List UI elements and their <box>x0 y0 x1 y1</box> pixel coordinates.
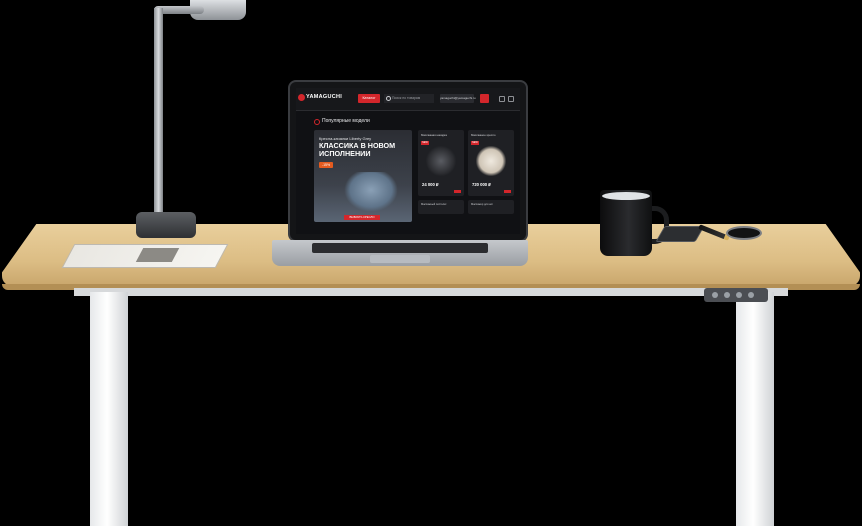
product-image <box>426 146 456 176</box>
laptop-keyboard <box>312 243 488 253</box>
discount-badge: -15% <box>319 162 333 168</box>
desk-scene: YAMAGUCHI Каталог Поиск по товарам yamag… <box>0 0 862 526</box>
add-to-cart-button[interactable] <box>454 190 461 193</box>
product-card[interactable]: Массажное кресло NEW 720 000 ₽ <box>468 130 514 196</box>
search-input[interactable]: Поиск по товарам <box>384 94 434 103</box>
desk-lamp-base <box>136 212 196 238</box>
product-tag: NEW <box>421 141 429 145</box>
search-placeholder: Поиск по товарам <box>392 96 421 100</box>
section-icon <box>314 119 320 125</box>
add-to-cart-button[interactable] <box>504 190 511 193</box>
product-card[interactable]: Массажная накидка NEW 24 000 ₽ <box>418 130 464 196</box>
magazine <box>61 244 229 268</box>
compare-icon[interactable] <box>499 96 505 102</box>
search-icon <box>386 96 391 101</box>
product-tag: NEW <box>471 141 479 145</box>
site-header: YAMAGUCHI Каталог Поиск по товарам yamag… <box>296 88 520 111</box>
controller-button[interactable] <box>712 292 718 298</box>
catalog-button[interactable]: Каталог <box>358 94 380 103</box>
section-title: Популярные модели <box>322 118 370 124</box>
laptop-trackpad <box>370 255 430 263</box>
controller-button[interactable] <box>748 292 754 298</box>
favorites-icon[interactable] <box>508 96 514 102</box>
cable-grommet <box>726 226 762 240</box>
controller-button[interactable] <box>736 292 742 298</box>
hero-cta-button[interactable]: ВЫБРАТЬ КРЕСЛО <box>344 215 380 220</box>
product-name: Массажная накидка <box>421 133 447 137</box>
email-link[interactable]: yamaguchi@yamaguchi.ru <box>440 94 476 103</box>
desk-leg-left <box>90 292 128 526</box>
laptop-screen: YAMAGUCHI Каталог Поиск по товарам yamag… <box>296 88 520 234</box>
product-image <box>476 146 506 176</box>
product-price: 720 000 ₽ <box>472 182 491 187</box>
brand-logo[interactable]: YAMAGUCHI <box>306 94 342 100</box>
coffee-mug <box>600 190 652 256</box>
hero-chair-image <box>344 172 398 212</box>
desk-height-controller[interactable] <box>704 288 768 302</box>
product-name: Массажное кресло <box>471 133 496 137</box>
product-name: Массажер для ног <box>471 203 493 206</box>
product-card-small[interactable]: Массажный пистолет <box>418 200 464 214</box>
laptop-lid: YAMAGUCHI Каталог Поиск по товарам yamag… <box>288 80 528 242</box>
desk-lamp-pole <box>154 8 163 222</box>
laptop-base <box>272 240 528 266</box>
magazine-photo <box>135 248 180 262</box>
controller-button[interactable] <box>724 292 730 298</box>
product-price: 24 000 ₽ <box>422 182 439 187</box>
hero-title: КЛАССИКА В НОВОМ ИСПОЛНЕНИИ <box>319 141 396 159</box>
hero-banner[interactable]: Кресла-качалки Liberty Grey КЛАССИКА В Н… <box>314 130 412 222</box>
desk-frame <box>74 288 788 296</box>
product-card-small[interactable]: Массажер для ног <box>468 200 514 214</box>
brand-logo-icon <box>298 94 305 101</box>
cart-icon[interactable] <box>480 94 489 103</box>
product-name: Массажный пистолет <box>421 203 447 206</box>
desk-leg-right <box>736 292 774 526</box>
